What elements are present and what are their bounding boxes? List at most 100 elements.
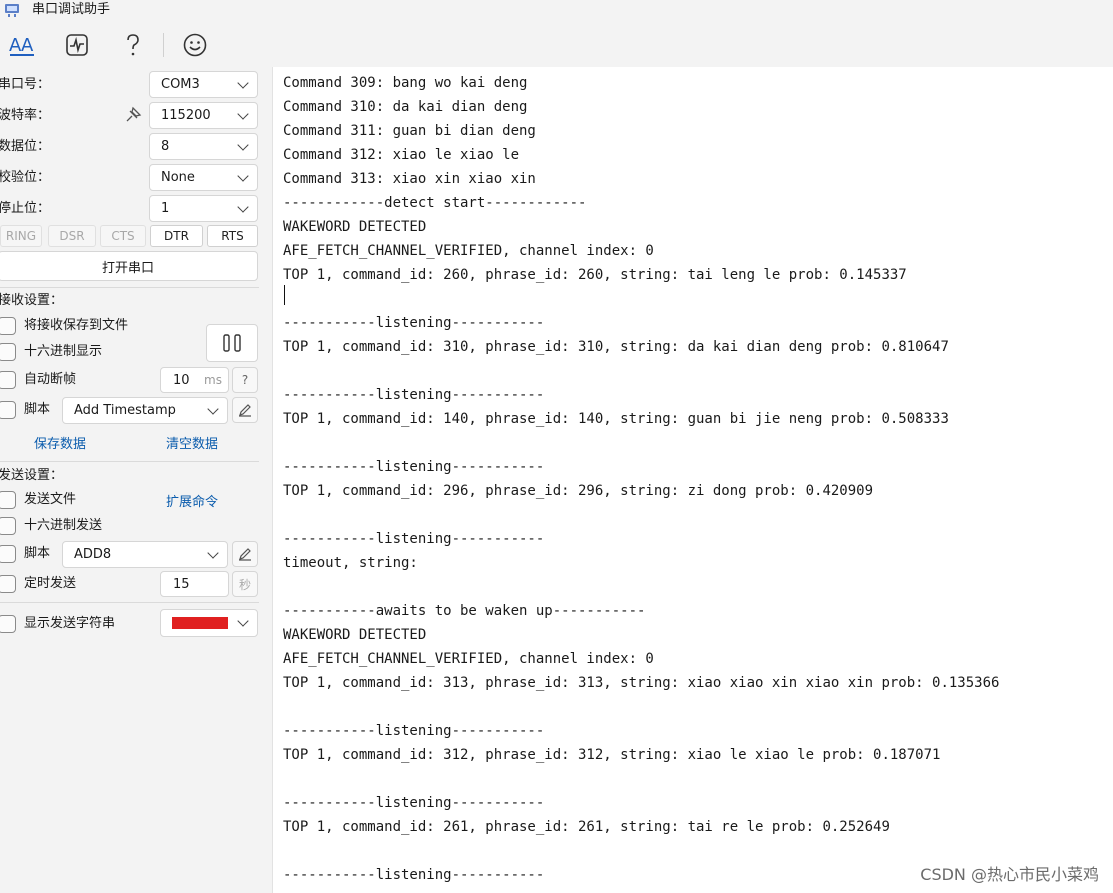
smiley-icon[interactable] bbox=[180, 30, 210, 60]
receive-output-area[interactable]: Command 309: bang wo kai deng Command 310… bbox=[272, 67, 1113, 893]
show-send-string-checkbox[interactable] bbox=[0, 615, 16, 633]
output-line: -----------listening----------- bbox=[283, 795, 545, 811]
extend-command-link[interactable]: 扩展命令 bbox=[166, 491, 218, 510]
stopbits-select[interactable]: 1 bbox=[149, 195, 258, 222]
frame-unit: ms bbox=[204, 373, 222, 387]
save-data-link[interactable]: 保存数据 bbox=[34, 433, 86, 452]
stopbits-value: 1 bbox=[161, 201, 170, 216]
frame-help-button[interactable]: ? bbox=[232, 367, 258, 393]
chevron-down-icon bbox=[237, 138, 249, 151]
edit-icon bbox=[239, 404, 251, 417]
output-lines: Command 309: bang wo kai deng Command 310… bbox=[283, 71, 999, 887]
timed-send-checkbox[interactable] bbox=[0, 575, 16, 593]
output-line: timeout, string: bbox=[283, 555, 418, 571]
clear-data-link[interactable]: 清空数据 bbox=[166, 433, 218, 452]
output-line: -----------listening----------- bbox=[283, 531, 545, 547]
divider bbox=[0, 461, 259, 462]
signal-dtr[interactable]: DTR bbox=[150, 225, 203, 247]
show-send-string-label: 显示发送字符串 bbox=[24, 616, 116, 631]
parity-select[interactable]: None bbox=[149, 164, 258, 191]
edit-icon bbox=[239, 548, 251, 561]
output-line: Command 312: xiao le xiao le bbox=[283, 147, 520, 163]
pause-button[interactable] bbox=[206, 324, 258, 362]
databits-select[interactable]: 8 bbox=[149, 133, 258, 160]
watermark: CSDN @热心市民小菜鸡 bbox=[920, 865, 1099, 884]
chevron-down-icon bbox=[237, 200, 249, 213]
output-line: WAKEWORD DETECTED bbox=[283, 219, 427, 235]
svg-text:A: A bbox=[21, 35, 34, 56]
output-line: TOP 1, command_id: 261, phrase_id: 261, … bbox=[283, 819, 890, 835]
send-color-picker[interactable] bbox=[160, 609, 258, 637]
output-line bbox=[283, 503, 999, 527]
output-line bbox=[283, 767, 999, 791]
color-swatch bbox=[172, 617, 228, 629]
output-line: AFE_FETCH_CHANNEL_VERIFIED, channel inde… bbox=[283, 651, 654, 667]
output-line: Command 309: bang wo kai deng bbox=[283, 75, 528, 91]
waveform-icon[interactable] bbox=[62, 30, 92, 60]
timed-interval-input[interactable]: 15 bbox=[160, 571, 229, 597]
hex-send-checkbox[interactable] bbox=[0, 517, 16, 535]
signal-ring[interactable]: RING bbox=[0, 225, 42, 247]
receive-script-edit-button[interactable] bbox=[232, 397, 258, 423]
hex-send-label: 十六进制发送 bbox=[24, 518, 103, 533]
divider bbox=[0, 287, 259, 288]
output-line: -----------listening----------- bbox=[283, 459, 545, 475]
stopbits-label: 停止位： bbox=[0, 201, 51, 216]
receive-script-label: 脚本 bbox=[24, 402, 51, 417]
window-title: 串口调试助手 bbox=[32, 2, 111, 17]
hex-display-checkbox[interactable] bbox=[0, 343, 16, 361]
save-to-file-checkbox[interactable] bbox=[0, 317, 16, 335]
output-line: -----------listening----------- bbox=[283, 867, 545, 883]
send-script-value: ADD8 bbox=[74, 547, 112, 562]
output-line: -----------listening----------- bbox=[283, 315, 545, 331]
output-line bbox=[283, 431, 999, 455]
chevron-down-icon bbox=[237, 107, 249, 120]
signal-cts[interactable]: CTS bbox=[100, 225, 146, 247]
send-file-checkbox[interactable] bbox=[0, 491, 16, 509]
port-value: COM3 bbox=[161, 77, 200, 92]
pin-icon[interactable] bbox=[124, 106, 142, 124]
send-script-label: 脚本 bbox=[24, 546, 51, 561]
output-line: -----------listening----------- bbox=[283, 723, 545, 739]
auto-frame-checkbox[interactable] bbox=[0, 371, 16, 389]
chevron-down-icon bbox=[207, 546, 219, 559]
divider bbox=[0, 602, 259, 603]
text-cursor bbox=[284, 285, 285, 305]
output-line: TOP 1, command_id: 312, phrase_id: 312, … bbox=[283, 747, 941, 763]
receive-script-checkbox[interactable] bbox=[0, 401, 16, 419]
output-line: WAKEWORD DETECTED bbox=[283, 627, 427, 643]
send-script-checkbox[interactable] bbox=[0, 545, 16, 563]
pause-icon bbox=[223, 334, 241, 352]
baud-select[interactable]: 115200 bbox=[149, 102, 258, 129]
output-line: TOP 1, command_id: 296, phrase_id: 296, … bbox=[283, 483, 874, 499]
app-icon bbox=[5, 4, 19, 17]
output-line: TOP 1, command_id: 310, phrase_id: 310, … bbox=[283, 339, 949, 355]
help-icon[interactable] bbox=[118, 30, 148, 60]
chevron-down-icon bbox=[237, 615, 249, 627]
toolbar-separator bbox=[163, 33, 164, 57]
signal-rts[interactable]: RTS bbox=[207, 225, 258, 247]
title-bar bbox=[0, 0, 1113, 24]
output-line: -----------listening----------- bbox=[283, 387, 545, 403]
output-line: AFE_FETCH_CHANNEL_VERIFIED, channel inde… bbox=[283, 243, 654, 259]
output-line bbox=[283, 575, 999, 599]
output-line bbox=[283, 287, 999, 311]
open-port-button[interactable]: 打开串口 bbox=[0, 251, 258, 281]
databits-label: 数据位： bbox=[0, 139, 51, 154]
send-script-edit-button[interactable] bbox=[232, 541, 258, 567]
chevron-down-icon bbox=[237, 169, 249, 182]
signal-dsr[interactable]: DSR bbox=[48, 225, 96, 247]
timed-send-label: 定时发送 bbox=[24, 576, 77, 591]
hex-display-label: 十六进制显示 bbox=[24, 344, 103, 359]
baud-label: 波特率： bbox=[0, 108, 51, 123]
output-line bbox=[283, 695, 999, 719]
parity-label: 校验位： bbox=[0, 170, 51, 185]
send-script-select[interactable]: ADD8 bbox=[62, 541, 228, 568]
font-icon[interactable]: A A bbox=[7, 30, 37, 60]
receive-script-select[interactable]: Add Timestamp bbox=[62, 397, 228, 424]
databits-value: 8 bbox=[161, 139, 170, 154]
send-file-label: 发送文件 bbox=[24, 492, 77, 507]
port-select[interactable]: COM3 bbox=[149, 71, 258, 98]
output-line bbox=[283, 839, 999, 863]
receive-section-label: 接收设置： bbox=[0, 293, 64, 308]
